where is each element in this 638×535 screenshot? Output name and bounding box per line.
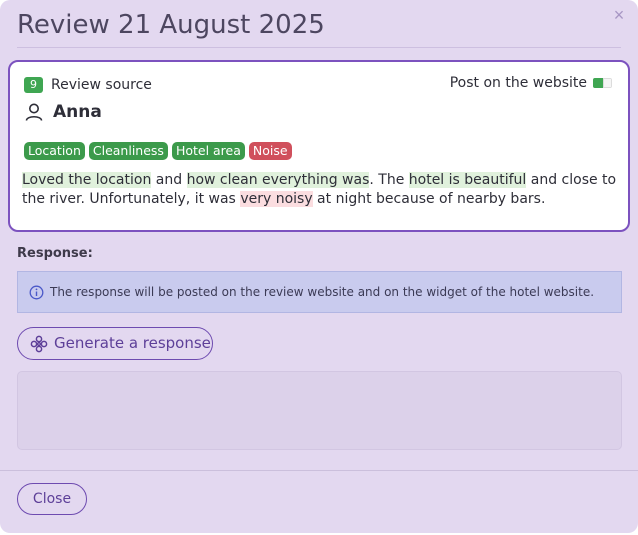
info-text: The response will be posted on the revie… — [50, 285, 595, 299]
positive-highlight: hotel is beautiful — [408, 172, 527, 188]
response-textarea[interactable] — [17, 371, 622, 450]
title-divider — [17, 47, 621, 48]
generate-response-button[interactable]: Generate a response — [17, 327, 213, 360]
review-text-segment: at night because of nearby bars. — [312, 191, 546, 207]
post-on-website-label: Post on the website — [449, 75, 587, 91]
positive-highlight: how clean everything was — [186, 172, 370, 188]
review-text: Loved the location and how clean everyth… — [22, 171, 620, 209]
topic-tag: Hotel area — [171, 142, 245, 160]
dialog-title: Review 21 August 2025 — [17, 10, 325, 40]
topic-tags: Location Cleanliness Hotel area Noise — [24, 142, 292, 160]
generate-response-label: Generate a response — [54, 334, 211, 352]
response-label: Response: — [17, 246, 93, 261]
topic-tag: Noise — [248, 142, 292, 160]
toggle-fill — [593, 78, 604, 88]
toggle-knob — [604, 79, 611, 87]
footer-divider — [0, 470, 638, 471]
close-button[interactable]: Close — [17, 483, 87, 515]
review-card: 9 Review source Post on the website Anna… — [8, 60, 630, 232]
positive-highlight: Loved the location — [22, 172, 152, 188]
review-dialog: × Review 21 August 2025 9 Review source … — [0, 0, 638, 533]
close-button-label: Close — [32, 491, 72, 507]
topic-tag: Cleanliness — [88, 142, 168, 160]
user-icon — [25, 103, 43, 121]
info-notice: The response will be posted on the revie… — [17, 271, 622, 313]
review-source-badge: 9 — [24, 77, 43, 93]
review-text-segment: and — [151, 172, 187, 188]
review-text-segment: . The — [369, 172, 409, 188]
review-source-label: Review source — [51, 77, 152, 93]
close-icon[interactable]: × — [610, 6, 628, 24]
post-on-website-toggle[interactable] — [593, 78, 612, 88]
reviewer-name: Anna — [53, 102, 102, 122]
info-icon — [29, 285, 44, 300]
topic-tag: Location — [24, 142, 85, 160]
sparkle-flower-icon — [30, 335, 48, 353]
negative-highlight: very noisy — [240, 191, 313, 207]
